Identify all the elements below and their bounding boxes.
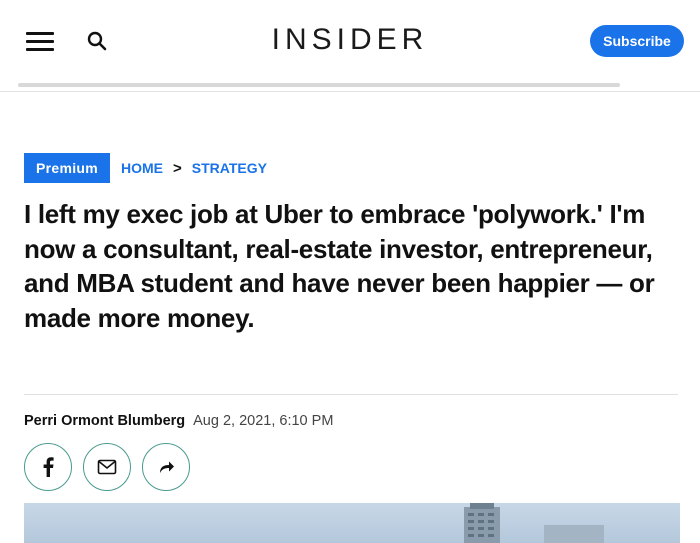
article-hero-image — [24, 503, 680, 543]
header-progress-bar — [18, 83, 620, 87]
share-forward-icon — [160, 461, 174, 473]
breadcrumb-home-link[interactable]: HOME — [121, 160, 163, 176]
author-link[interactable]: Perri Ormont Blumberg — [24, 413, 185, 429]
byline-divider — [24, 394, 678, 395]
email-share-button[interactable] — [83, 443, 131, 491]
byline: Perri Ormont Blumberg Aug 2, 2021, 6:10 … — [24, 413, 333, 429]
facebook-icon — [43, 457, 54, 477]
article-headline: I left my exec job at Uber to embrace 'p… — [24, 199, 655, 333]
premium-badge: Premium — [24, 153, 111, 183]
breadcrumb-separator: > — [173, 159, 182, 177]
header-divider — [0, 91, 700, 92]
email-icon — [97, 459, 117, 475]
publish-date: Aug 2, 2021, 6:10 PM — [193, 413, 334, 429]
subscribe-button[interactable]: Subscribe — [590, 25, 684, 57]
site-header: INSIDER Subscribe — [0, 0, 700, 92]
breadcrumb: Premium HOME > STRATEGY — [24, 153, 267, 183]
breadcrumb-section-link[interactable]: STRATEGY — [192, 160, 267, 176]
facebook-share-button[interactable] — [24, 443, 72, 491]
share-forward-button[interactable] — [142, 443, 190, 491]
